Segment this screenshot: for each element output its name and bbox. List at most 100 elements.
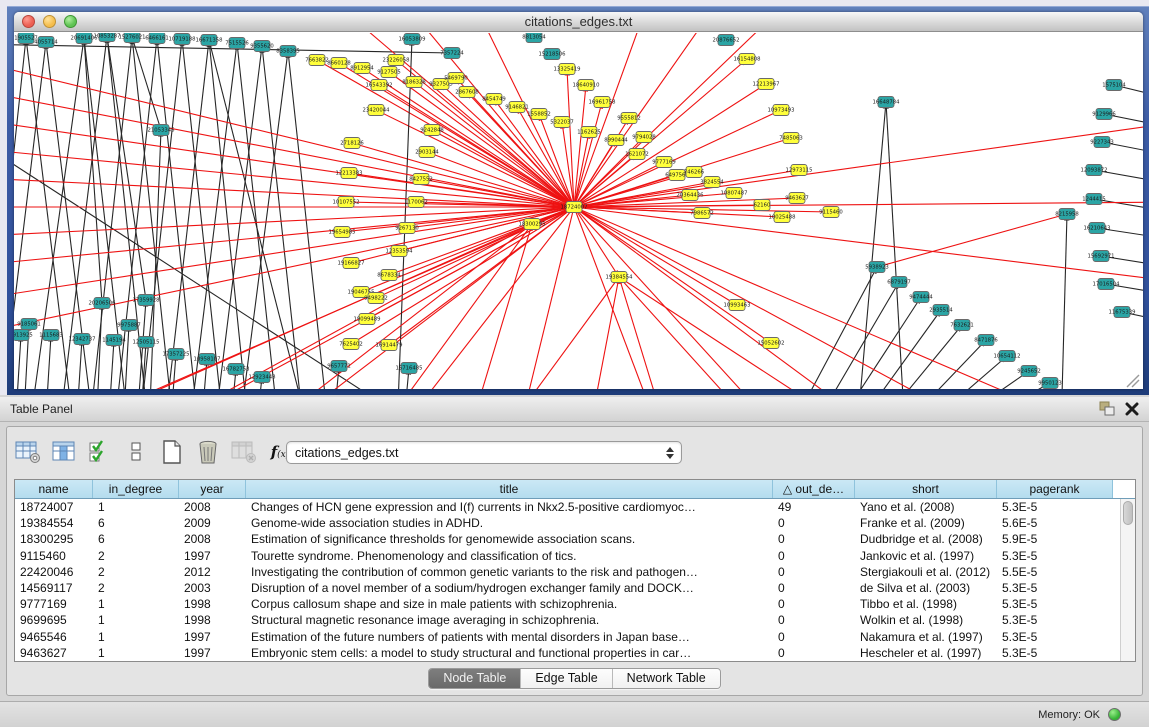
table-cell[interactable]: Corpus callosum shape and size in male p… (246, 596, 773, 612)
graph-node[interactable]: 9975887 (117, 320, 141, 331)
graph-node[interactable]: 10654112 (994, 351, 1021, 362)
graph-node[interactable]: 6466161 (145, 33, 169, 44)
column-header-pagerank[interactable]: pagerank (997, 480, 1113, 498)
graph-node[interactable]: 16961758 (589, 97, 617, 108)
graph-node[interactable]: 9227343 (1090, 137, 1114, 148)
table-row[interactable]: 946362711997Embryonic stem cells: a mode… (15, 645, 1135, 661)
table-cell[interactable]: 18724007 (15, 499, 93, 515)
table-cell[interactable]: Embryonic stem cells: a model to study s… (246, 645, 773, 661)
graph-node[interactable]: 9657771 (327, 361, 351, 372)
table-cell[interactable]: 2 (93, 548, 179, 564)
table-cell[interactable]: Changes of HCN gene expression and I(f) … (246, 499, 773, 515)
delete-column-icon[interactable] (193, 438, 223, 466)
table-cell[interactable]: 2003 (179, 580, 246, 596)
table-cell[interactable]: 18300295 (15, 531, 93, 547)
column-header-year[interactable]: year (179, 480, 246, 498)
table-cell[interactable]: 22420046 (15, 564, 93, 580)
table-cell[interactable]: Structural magnetic resonance image aver… (246, 612, 773, 628)
table-cell[interactable]: Tourette syndrome. Phenomenology and cla… (246, 548, 773, 564)
graph-node[interactable]: 10107552 (333, 197, 360, 208)
table-cell[interactable]: Jankovic et al. (1997) (855, 548, 997, 564)
table-cell[interactable]: Investigating the contribution of common… (246, 564, 773, 580)
table-cell[interactable]: 2009 (179, 515, 246, 531)
graph-node[interactable]: 1575104 (1102, 80, 1126, 91)
graph-node[interactable]: 16154808 (734, 54, 762, 65)
graph-node[interactable]: 9245652 (1017, 366, 1041, 377)
table-cell[interactable]: 6 (93, 531, 179, 547)
graph-node[interactable]: 7632621 (950, 320, 974, 331)
table-cell[interactable]: Estimation of significance thresholds fo… (246, 531, 773, 547)
table-cell[interactable]: Tibbo et al. (1998) (855, 596, 997, 612)
graph-node[interactable]: 10719188 (169, 34, 197, 45)
table-cell[interactable]: 1998 (179, 596, 246, 612)
column-header-out_de[interactable]: △ out_de… (773, 480, 855, 498)
graph-node[interactable]: 9146821 (505, 102, 529, 113)
table-cell[interactable]: 2012 (179, 564, 246, 580)
table-cell[interactable]: 5.3E-5 (997, 499, 1113, 515)
graph-node[interactable]: 1244415 (1082, 194, 1106, 205)
graph-node[interactable]: 62160 (754, 200, 771, 211)
table-cell[interactable]: 9777169 (15, 596, 93, 612)
graph-node[interactable]: 8471876 (974, 335, 998, 346)
table-cell[interactable]: 1 (93, 629, 179, 645)
graph-node[interactable]: 20364436 (677, 190, 705, 201)
table-row[interactable]: 969969511998Structural magnetic resonanc… (15, 612, 1135, 628)
graph-node[interactable]: 10807487 (721, 188, 748, 199)
graph-node[interactable]: 1162625 (577, 127, 601, 138)
graph-node[interactable]: 5938923 (865, 262, 889, 273)
table-cell[interactable]: Wolkin et al. (1998) (855, 612, 997, 628)
table-cell[interactable]: 0 (773, 531, 855, 547)
graph-node[interactable]: 9127505 (377, 67, 401, 78)
graph-node[interactable]: 16648784 (873, 97, 901, 108)
table-cell[interactable]: 5.3E-5 (997, 596, 1113, 612)
graph-node[interactable]: 8215958 (1055, 209, 1079, 220)
table-cell[interactable]: Dudbridge et al. (2008) (855, 531, 997, 547)
table-row[interactable]: 1938455462009Genome-wide association stu… (15, 515, 1135, 531)
table-cell[interactable]: Disruption of a novel member of a sodium… (246, 580, 773, 596)
table-cell[interactable]: 0 (773, 548, 855, 564)
table-cell[interactable]: Estimation of the future numbers of pati… (246, 629, 773, 645)
table-row[interactable]: 977716911998Corpus callosum shape and si… (15, 596, 1135, 612)
graph-node[interactable]: 9242848 (420, 125, 444, 136)
graph-node[interactable]: 7663822 (305, 55, 329, 66)
graph-node[interactable]: 19384554 (606, 272, 634, 283)
graph-node[interactable]: 12353594 (386, 246, 414, 257)
graph-node[interactable]: 12213383 (336, 168, 363, 179)
table-cell[interactable]: Genome-wide association studies in ADHD. (246, 515, 773, 531)
table-cell[interactable]: 49 (773, 499, 855, 515)
graph-node[interactable]: 21053346 (148, 125, 176, 136)
close-panel-icon[interactable] (1125, 402, 1139, 421)
table-cell[interactable]: Yano et al. (2008) (855, 499, 997, 515)
table-cell[interactable]: 0 (773, 580, 855, 596)
column-header-short[interactable]: short (855, 480, 997, 498)
new-column-icon[interactable] (157, 438, 187, 466)
graph-node[interactable]: 12213967 (753, 79, 780, 90)
graph-node[interactable]: 12505115 (133, 337, 160, 348)
graph-node[interactable]: 17359928 (133, 295, 161, 306)
frame-resize-grip[interactable] (1127, 375, 1139, 387)
table-cell[interactable]: 6 (93, 515, 179, 531)
table-cell[interactable]: Hescheler et al. (1997) (855, 645, 997, 661)
tab-node-table[interactable]: Node Table (429, 669, 521, 688)
table-cell[interactable]: 9465546 (15, 629, 93, 645)
scrollbar-thumb[interactable] (1123, 501, 1133, 525)
graph-node[interactable]: 1621072 (625, 149, 649, 160)
table-cell[interactable]: 1 (93, 596, 179, 612)
table-cell[interactable]: 2 (93, 564, 179, 580)
table-cell[interactable]: 9115460 (15, 548, 93, 564)
table-cell[interactable]: 2008 (179, 531, 246, 547)
graph-node[interactable]: 746266 (684, 167, 705, 178)
table-cell[interactable]: 5.3E-5 (997, 645, 1113, 661)
table-cell[interactable]: 1997 (179, 645, 246, 661)
table-cell[interactable]: 2 (93, 580, 179, 596)
graph-node[interactable]: 8660128 (327, 58, 351, 69)
graph-node[interactable]: 7625402 (339, 339, 363, 350)
graph-node[interactable]: 16053809 (399, 34, 426, 45)
graph-node[interactable]: 17016504 (1093, 279, 1121, 290)
graph-node[interactable]: 9555812 (617, 113, 641, 124)
tab-network-table[interactable]: Network Table (613, 669, 720, 688)
graph-node[interactable]: 8912954 (350, 63, 374, 74)
graph-node[interactable]: 6879197 (887, 277, 911, 288)
graph-node[interactable]: 15276021 (119, 33, 146, 43)
graph-node[interactable]: 8427552 (409, 174, 433, 185)
